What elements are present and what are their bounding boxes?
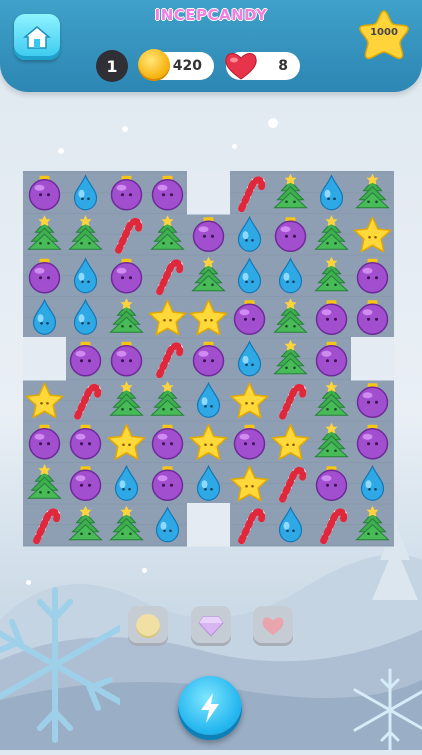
heart-icon: [262, 617, 284, 635]
coin-booster-button[interactable]: [128, 606, 168, 646]
coin-icon: [136, 614, 160, 638]
board-gap: [187, 171, 230, 215]
lightning-icon: [201, 693, 219, 723]
play-button[interactable]: [178, 676, 242, 740]
board-gap: [23, 337, 66, 381]
board-gap: [187, 503, 230, 547]
gem-booster-button[interactable]: [191, 606, 231, 646]
gem-icon: [198, 616, 224, 637]
heart-booster-button[interactable]: [253, 606, 293, 646]
board-gap: [351, 337, 394, 381]
